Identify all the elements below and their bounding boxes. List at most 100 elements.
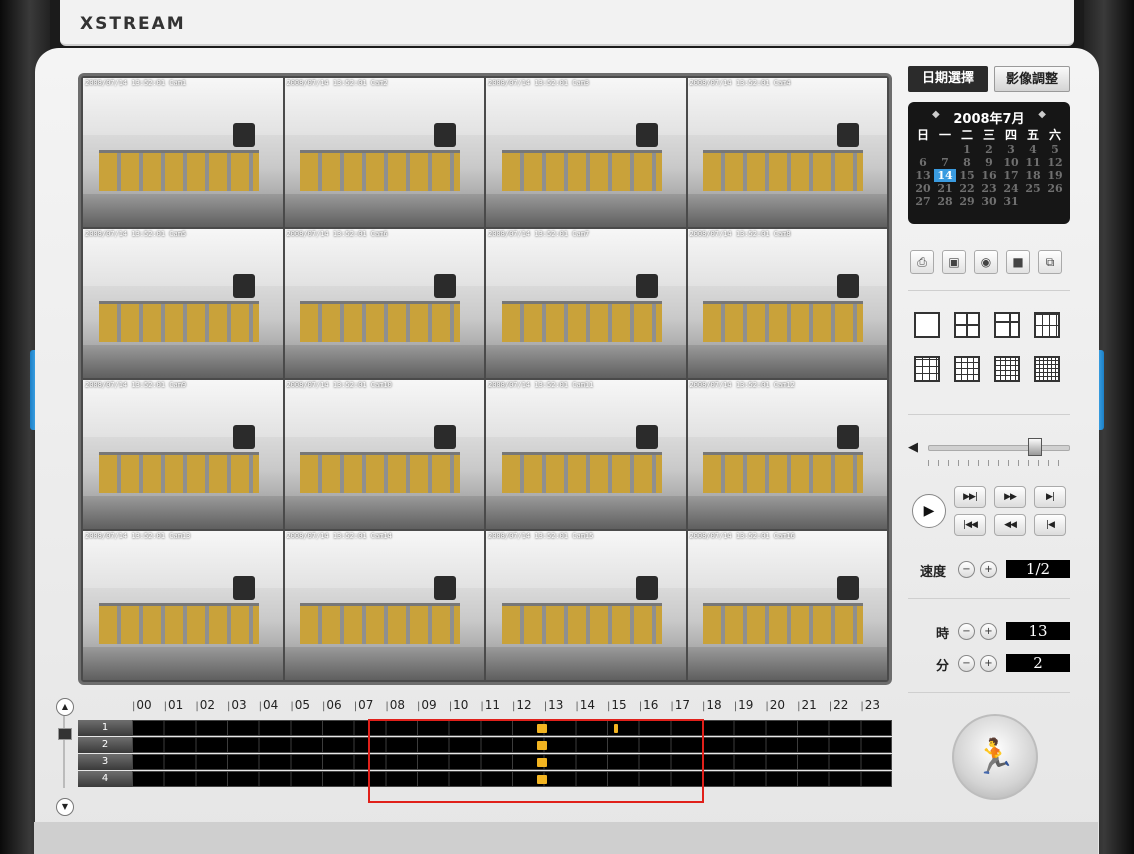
layout-1-icon[interactable]	[914, 312, 940, 338]
speed-minus-button[interactable]: −	[958, 561, 975, 578]
camera-tile[interactable]: 2008/07/14 13:52:01 Cam6	[284, 229, 484, 378]
camera-tile[interactable]: 2008/07/14 13:52:01 Cam3	[486, 78, 686, 227]
print-icon[interactable]: ⎙	[910, 250, 934, 274]
calendar-day[interactable]: 12	[1044, 156, 1066, 169]
prev-frame-button[interactable]: |◀◀	[954, 514, 986, 536]
layout-6-icon[interactable]	[994, 312, 1020, 338]
camera-tile[interactable]: 2008/07/14 13:52:01 Cam14	[284, 531, 484, 680]
calendar-day-selected[interactable]: 14	[934, 169, 956, 182]
timeline-scrollbar[interactable]: ▲ ▼	[52, 692, 76, 816]
camera-tile[interactable]: 2008/07/14 13:52:01 Cam4	[687, 78, 887, 227]
calendar-day[interactable]: 8	[956, 156, 978, 169]
calendar-day[interactable]: 17	[1000, 169, 1022, 182]
speed-plus-button[interactable]: +	[980, 561, 997, 578]
weekday-label: 日	[916, 128, 929, 142]
camera-image-detail	[83, 496, 283, 529]
tab-date-select[interactable]: 日期選擇	[908, 66, 988, 92]
next-month-icon[interactable]: ◆	[1038, 109, 1046, 120]
calendar-day[interactable]: 27	[912, 195, 934, 208]
scroll-up-button[interactable]: ▲	[56, 698, 74, 716]
minute-minus-button[interactable]: −	[958, 655, 975, 672]
layout-13-icon[interactable]	[994, 356, 1020, 382]
calendar-day[interactable]: 25	[1022, 182, 1044, 195]
calendar-day[interactable]: 23	[978, 182, 1000, 195]
calendar-day[interactable]: 22	[956, 182, 978, 195]
calendar-day[interactable]: 7	[934, 156, 956, 169]
copy-icon[interactable]: ⧉	[1038, 250, 1062, 274]
layout-9-icon[interactable]	[914, 356, 940, 382]
calendar-day[interactable]: 13	[912, 169, 934, 182]
camera-tile[interactable]: 2008/07/14 13:52:01 Cam15	[486, 531, 686, 680]
calendar-day[interactable]: 6	[912, 156, 934, 169]
calendar-day[interactable]: 16	[978, 169, 1000, 182]
calendar-day[interactable]: 18	[1022, 169, 1044, 182]
calendar-day[interactable]: 24	[1000, 182, 1022, 195]
calendar-day[interactable]: 1	[956, 143, 978, 156]
divider	[908, 414, 1070, 415]
layout-10-icon[interactable]	[954, 356, 980, 382]
camera-timestamp: 2008/07/14 13:52:01 Cam2	[286, 79, 388, 87]
step-forward-button[interactable]: ▶|	[1034, 486, 1066, 508]
calendar-day[interactable]: 29	[956, 195, 978, 208]
tab-image-adjust[interactable]: 影像調整	[994, 66, 1070, 92]
rewind-button[interactable]: ◀◀	[994, 514, 1026, 536]
camera-tile[interactable]: 2008/07/14 13:52:01 Cam10	[284, 380, 484, 529]
lock-icon[interactable]: ■	[1006, 250, 1030, 274]
calendar-day[interactable]: 9	[978, 156, 1000, 169]
step-back-button[interactable]: |◀	[1034, 514, 1066, 536]
camera-tile[interactable]: 2008/07/14 13:52:01 Cam1	[83, 78, 283, 227]
camera-timestamp: 2008/07/14 13:52:01 Cam16	[689, 532, 795, 540]
layout-8-icon[interactable]	[1034, 312, 1060, 338]
camera-tile[interactable]: 2008/07/14 13:52:01 Cam9	[83, 380, 283, 529]
toolbar: ⎙ ▣ ◉ ■ ⧉	[910, 250, 1070, 274]
calendar-day[interactable]: 11	[1022, 156, 1044, 169]
camera-image-detail	[837, 122, 860, 147]
channel-label[interactable]: 2	[78, 737, 132, 753]
scroll-thumb[interactable]	[58, 728, 72, 740]
scroll-track[interactable]	[63, 716, 65, 788]
calendar-day[interactable]: 28	[934, 195, 956, 208]
channel-label[interactable]: 1	[78, 720, 132, 736]
snapshot-icon[interactable]: ◉	[974, 250, 998, 274]
calendar-day[interactable]: 15	[956, 169, 978, 182]
minute-plus-button[interactable]: +	[980, 655, 997, 672]
calendar-day[interactable]: 26	[1044, 182, 1066, 195]
layout-4-icon[interactable]	[954, 312, 980, 338]
camera-tile[interactable]: 2008/07/14 13:52:01 Cam12	[687, 380, 887, 529]
hour-plus-button[interactable]: +	[980, 623, 997, 640]
channel-label[interactable]: 3	[78, 754, 132, 770]
camera-tile[interactable]: 2008/07/14 13:52:01 Cam13	[83, 531, 283, 680]
hour-label: 06	[322, 698, 341, 712]
hour-minus-button[interactable]: −	[958, 623, 975, 640]
camera-tile[interactable]: 2008/07/14 13:52:01 Cam7	[486, 229, 686, 378]
play-button[interactable]: ▶	[912, 494, 946, 528]
calendar-day[interactable]: 2	[978, 143, 1000, 156]
calendar-day[interactable]: 3	[1000, 143, 1022, 156]
camera-timestamp: 2008/07/14 13:52:01 Cam8	[689, 230, 791, 238]
calendar-day[interactable]: 5	[1044, 143, 1066, 156]
camera-image-detail	[284, 194, 484, 227]
calendar-day[interactable]: 19	[1044, 169, 1066, 182]
camera-tile[interactable]: 2008/07/14 13:52:01 Cam16	[687, 531, 887, 680]
layout-16-icon[interactable]	[1034, 356, 1060, 382]
calendar-day[interactable]: 20	[912, 182, 934, 195]
camera-tile[interactable]: 2008/07/14 13:52:01 Cam11	[486, 380, 686, 529]
scroll-down-button[interactable]: ▼	[56, 798, 74, 816]
channel-label[interactable]: 4	[78, 771, 132, 787]
next-frame-button[interactable]: ▶▶|	[954, 486, 986, 508]
camera-tile[interactable]: 2008/07/14 13:52:01 Cam2	[284, 78, 484, 227]
calendar-day[interactable]: 10	[1000, 156, 1022, 169]
camera-tile[interactable]: 2008/07/14 13:52:01 Cam5	[83, 229, 283, 378]
camera-image-detail	[837, 273, 860, 298]
motion-search-button[interactable]: 🏃	[952, 714, 1038, 800]
camera-tile[interactable]: 2008/07/14 13:52:01 Cam8	[687, 229, 887, 378]
calendar-day[interactable]: 30	[978, 195, 1000, 208]
calendar-day[interactable]: 31	[1000, 195, 1022, 208]
camera-image-detail	[434, 273, 457, 298]
fast-forward-button[interactable]: ▶▶	[994, 486, 1026, 508]
volume-thumb[interactable]	[1028, 438, 1042, 456]
calendar-day[interactable]: 21	[934, 182, 956, 195]
volume-slider[interactable]	[928, 445, 1070, 451]
save-icon[interactable]: ▣	[942, 250, 966, 274]
calendar-day[interactable]: 4	[1022, 143, 1044, 156]
